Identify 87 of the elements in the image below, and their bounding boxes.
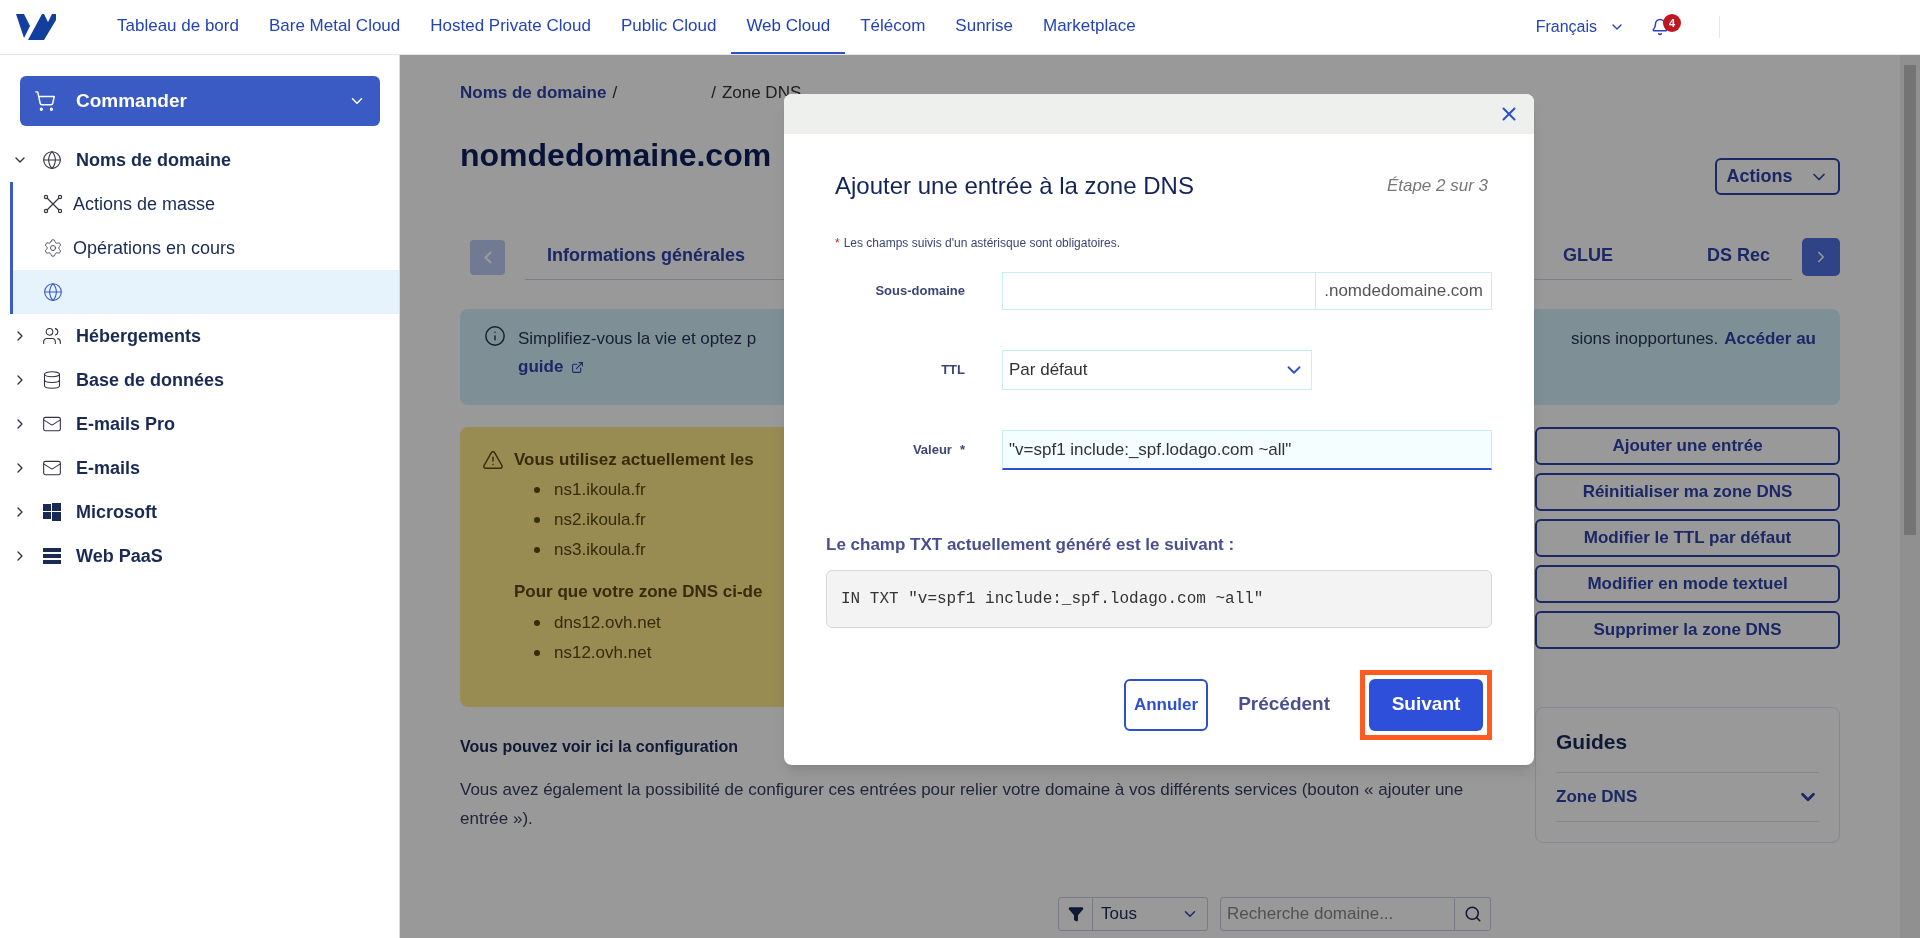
guides-title: Guides (1556, 729, 1629, 755)
subdomain-field[interactable]: .nomdedomaine.com (1002, 272, 1492, 310)
language-select[interactable]: Français (1527, 15, 1633, 39)
sidebar-subitem[interactable]: Opérations en cours (13, 226, 399, 270)
field-label: TTL (941, 362, 965, 378)
breadcrumb-separator: / (711, 82, 716, 105)
sidebar-item[interactable]: Web PaaS (0, 534, 399, 578)
server-name: ns1.ikoula.fr (554, 478, 646, 501)
cart-icon (34, 90, 56, 112)
domain-suffix: .nomdedomaine.com (1315, 273, 1491, 309)
zone-action-button[interactable]: Supprimer la zone DNS (1535, 611, 1840, 649)
scrollbar[interactable] (1900, 55, 1920, 938)
tab[interactable]: GLUE (1540, 234, 1635, 279)
page-title: nomdedomaine.com (460, 136, 772, 175)
nav-tab[interactable]: Public Cloud (605, 0, 732, 54)
zone-action-button[interactable]: Modifier en mode textuel (1535, 565, 1840, 603)
four-squares-icon (42, 502, 62, 522)
required-note: Les champs suivis d'un astérisque sont obligatoires. (843, 236, 1121, 250)
sidebar-item[interactable]: E-mails Pro (0, 402, 399, 446)
people-icon (42, 326, 62, 346)
dialog-title: Ajouter une entrée à la zone DNS (835, 171, 1194, 201)
warning-icon (482, 448, 504, 471)
globe-icon (43, 282, 63, 302)
search-icon (1463, 905, 1482, 923)
order-button[interactable]: Commander (20, 76, 380, 126)
nav-tab[interactable]: Marketplace (1028, 0, 1151, 54)
required-mark: * (835, 236, 840, 250)
nav-tab[interactable]: Télécom (845, 0, 941, 54)
server-name: ns12.ovh.net (554, 642, 652, 665)
next-arrow-button[interactable] (1802, 238, 1840, 276)
warning-subtitle: Pour que votre zone DNS ci-de (514, 580, 763, 603)
nav-tab[interactable]: Hosted Private Cloud (415, 0, 606, 54)
server-name: ns3.ikoula.fr (554, 538, 646, 561)
banner-text: sions inopportunes. (1570, 328, 1719, 350)
config-description: Vous avez également la possibilité de configurer ces entrées pour relier votre domaine à vos différents services (bouton « ajouter une entrée »). (460, 779, 1465, 830)
gear-icon (43, 238, 63, 258)
tab[interactable]: DS Rec (1684, 234, 1792, 279)
server-name: dns12.ovh.net (554, 612, 661, 635)
ttl-select[interactable]: Par défaut (1002, 350, 1312, 390)
zone-action-button[interactable]: Ajouter une entrée (1535, 427, 1840, 465)
config-heading: Vous pouvez voir ici la configuration (460, 737, 738, 757)
sidebar-item[interactable]: E-mails (0, 446, 399, 490)
chevron-left-icon (483, 250, 492, 264)
sidebar-item[interactable]: Noms de domaine (0, 138, 399, 182)
stacked-bars-icon (42, 546, 62, 566)
logo[interactable] (14, 12, 58, 42)
sidebar-item[interactable]: Base de données (0, 358, 399, 402)
sidebar-subitem[interactable]: Actions de masse (13, 182, 399, 226)
field-label: Sous-domaine (875, 283, 965, 299)
value-field[interactable]: "v=spf1 include:_spf.lodago.com ~all" (1002, 430, 1492, 470)
globe-icon (42, 150, 62, 170)
info-icon (484, 325, 506, 347)
zone-action-button[interactable]: Réinitialiser ma zone DNS (1535, 473, 1840, 511)
generated-record: IN TXT "v=spf1 include:_spf.lodago.com ~all" (826, 569, 1492, 628)
search-field[interactable]: Recherche domaine... (1220, 897, 1455, 931)
zone-action-button[interactable]: Modifier le TTL par défaut (1535, 519, 1840, 557)
nav-tab[interactable]: Tableau de bord (102, 0, 254, 54)
nav-tab[interactable]: Bare Metal Cloud (253, 0, 416, 54)
dialog-button[interactable]: Annuler (1123, 678, 1209, 731)
bell-icon[interactable] (1651, 18, 1669, 36)
nav-tab[interactable]: Web Cloud (731, 0, 846, 54)
generated-label: Le champ TXT actuellement généré est le suivant : (826, 534, 1236, 556)
dialog-button[interactable]: Précédent (1228, 678, 1340, 731)
tab[interactable]: Informations générales (525, 234, 768, 279)
guide-link[interactable]: guide (518, 353, 585, 381)
crossed-nodes-icon (43, 194, 63, 214)
field-label: Valeur (912, 442, 952, 458)
required-mark: * (959, 442, 965, 458)
sidebar-item[interactable]: Microsoft (0, 490, 399, 534)
search-button[interactable] (1455, 897, 1491, 931)
breadcrumb-link[interactable]: Noms de domaine (460, 80, 607, 106)
sidebar-item[interactable]: Hébergements (0, 314, 399, 358)
dialog-button[interactable]: Suivant (1369, 678, 1483, 731)
nav-tab[interactable]: Sunrise (940, 0, 1028, 54)
guide-link[interactable]: Accéder au (1724, 325, 1816, 353)
step-indicator: Étape 2 sur 3 (1386, 175, 1488, 198)
database-icon (42, 370, 62, 390)
banner-text: Simplifiez-vous la vie et optez p (518, 328, 757, 350)
notification-badge: 4 (1663, 14, 1681, 32)
envelope-icon (42, 414, 62, 434)
actions-button[interactable]: Actions (1715, 158, 1840, 195)
guide-item[interactable]: Zone DNS (1556, 771, 1819, 822)
envelope-icon (42, 458, 62, 478)
external-link-icon (571, 360, 585, 374)
breadcrumb-separator: / (612, 82, 618, 105)
warning-title: Vous utilisez actuellement les (514, 449, 754, 471)
server-name: ns2.ikoula.fr (554, 508, 646, 531)
